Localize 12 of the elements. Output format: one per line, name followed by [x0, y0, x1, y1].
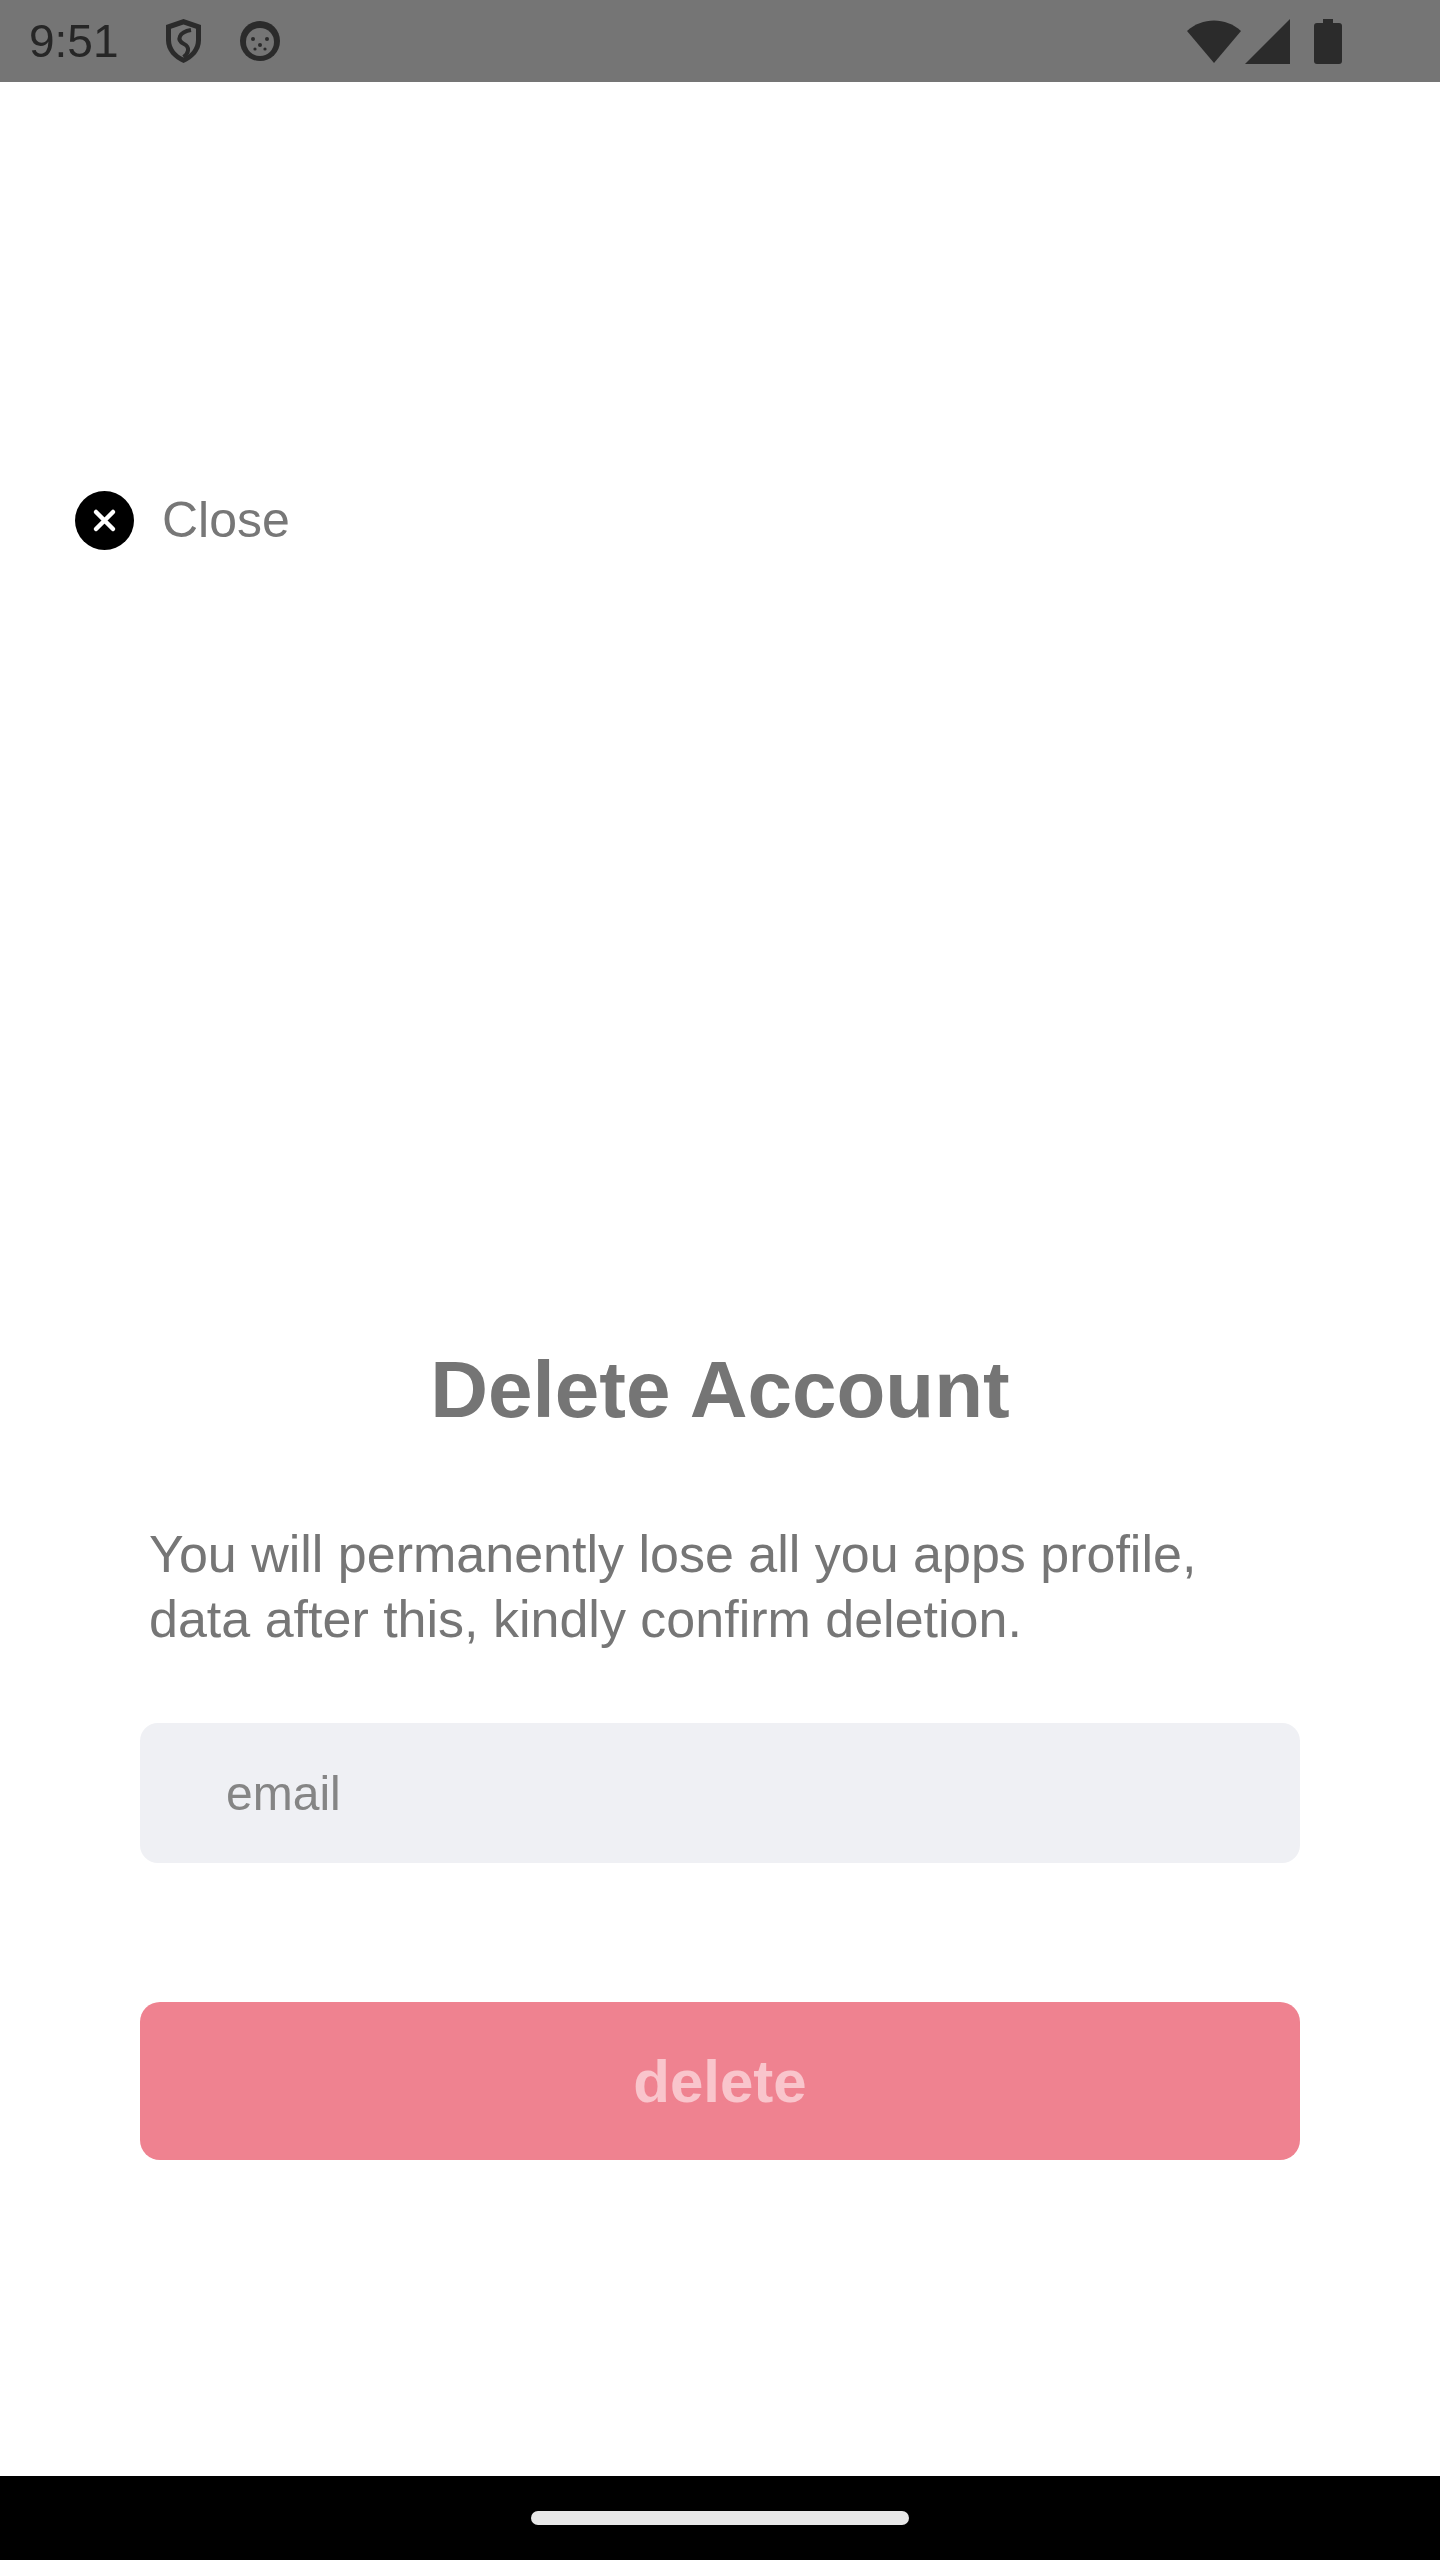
status-time: 9:51: [29, 18, 119, 64]
dotted-circle-icon: [237, 21, 282, 61]
home-indicator[interactable]: [531, 2511, 909, 2525]
battery-icon: [1314, 18, 1342, 64]
email-field[interactable]: email: [140, 1723, 1300, 1863]
signal-icon: [1245, 18, 1290, 64]
wifi-icon: [1187, 19, 1241, 63]
close-icon: [75, 491, 134, 550]
page-title: Delete Account: [430, 1344, 1010, 1436]
shield-icon: [163, 18, 203, 64]
close-button[interactable]: Close: [75, 491, 290, 550]
warning-message: You will permanently lose all you apps profile, data after this, kindly confirm deletion.: [149, 1524, 1198, 1650]
